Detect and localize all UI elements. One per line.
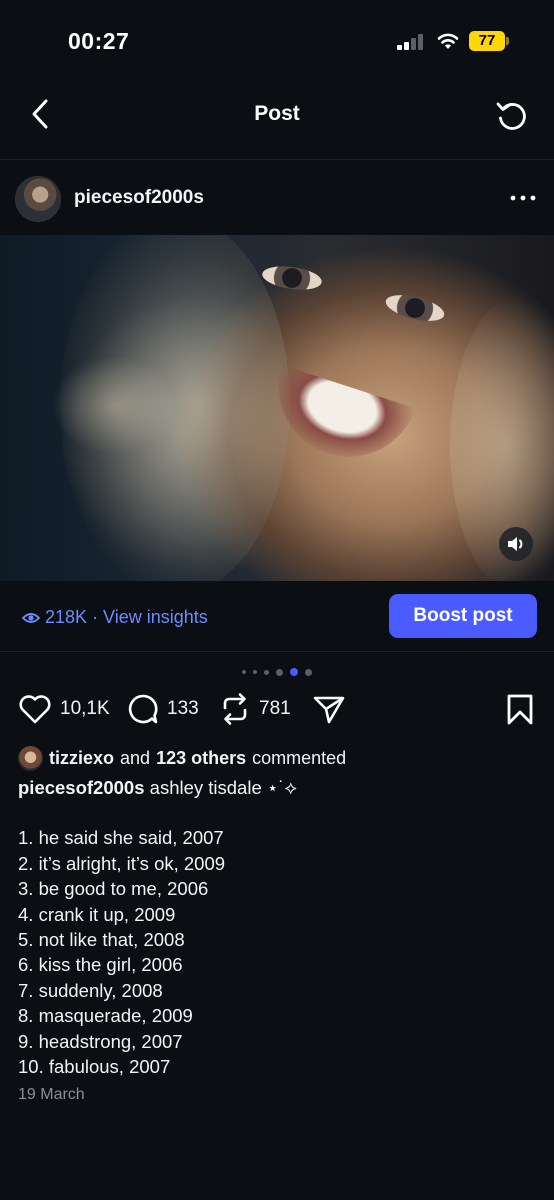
boost-post-button[interactable]: Boost post	[389, 594, 537, 638]
song-list-item: 7. suddenly, 2008	[18, 979, 163, 1001]
carousel-dot	[253, 670, 257, 674]
carousel-indicator	[0, 666, 554, 678]
song-list-item: 9. headstrong, 2007	[18, 1030, 183, 1052]
share-icon[interactable]	[312, 690, 346, 728]
top-bar: Post	[0, 80, 554, 160]
cellular-signal-icon	[397, 34, 425, 50]
post-date: 19 March	[18, 1086, 85, 1103]
post-media-video[interactable]	[0, 235, 554, 581]
views-count: 218K	[45, 607, 88, 627]
repost-icon	[223, 693, 247, 725]
repost-button[interactable]: 781	[219, 690, 291, 728]
song-list: 1. he said she said, 2007 2. it’s alright…	[18, 825, 538, 1079]
avatar	[18, 745, 43, 771]
comment-button[interactable]: 133	[127, 690, 199, 728]
like-button[interactable]: 10,1K	[18, 690, 110, 728]
heart-icon	[19, 695, 51, 724]
separator: ·	[92, 607, 99, 627]
caption-author[interactable]: piecesof2000s	[18, 777, 145, 798]
commenters-summary[interactable]: tizziexo and 123 others commented	[18, 744, 538, 772]
reposts-count: 781	[259, 698, 291, 719]
battery-icon: 77	[469, 31, 509, 51]
wifi-icon	[437, 33, 459, 49]
song-list-item: 1. he said she said, 2007	[18, 827, 224, 849]
song-list-item: 5. not like that, 2008	[18, 929, 185, 951]
status-bar: 00:27 77	[0, 0, 554, 80]
carousel-dot	[242, 670, 246, 674]
and-text: and	[120, 747, 151, 768]
likes-count: 10,1K	[60, 698, 110, 719]
commenter-username: tizziexo	[49, 747, 115, 768]
author-username[interactable]: piecesof2000s	[74, 187, 204, 209]
carousel-dot	[290, 668, 298, 676]
song-list-item: 8. masquerade, 2009	[18, 1005, 193, 1027]
view-insights-link[interactable]: 218K · View insights	[22, 607, 208, 628]
status-time: 00:27	[68, 28, 130, 54]
song-list-item: 4. crank it up, 2009	[18, 903, 176, 925]
speaker-icon[interactable]	[499, 527, 533, 561]
insights-row: 218K · View insights Boost post	[0, 592, 554, 642]
page-title: Post	[254, 102, 300, 125]
divider	[0, 651, 554, 652]
comments-count: 133	[167, 698, 199, 719]
song-list-item: 2. it’s alright, it’s ok, 2009	[18, 852, 226, 874]
caption-text: ashley tisdale ⋆˙⟡	[149, 777, 297, 798]
media-eye-right	[383, 290, 447, 326]
battery-level: 77	[469, 31, 505, 51]
post-actions: 10,1K 133 781	[0, 690, 554, 730]
song-list-item: 3. be good to me, 2006	[18, 878, 209, 900]
song-list-item: 10. fabulous, 2007	[18, 1056, 171, 1078]
others-count: 123 others	[156, 747, 247, 768]
view-insights-label: View insights	[103, 607, 208, 627]
commented-text: commented	[252, 747, 347, 768]
carousel-dot	[264, 669, 269, 675]
song-list-item: 6. kiss the girl, 2006	[18, 954, 183, 976]
carousel-dot	[276, 668, 283, 676]
post-caption: piecesof2000s ashley tisdale ⋆˙⟡ 1. he s…	[18, 775, 538, 1079]
ellipsis-icon[interactable]	[508, 188, 538, 208]
media-hair-left	[60, 235, 290, 581]
avatar[interactable]	[15, 176, 61, 222]
comment-icon	[128, 694, 158, 724]
post-author-row: piecesof2000s	[0, 170, 554, 230]
media-eye-left	[260, 262, 324, 294]
bookmark-icon[interactable]	[505, 690, 535, 728]
carousel-dot	[305, 668, 312, 676]
refresh-icon[interactable]	[494, 98, 530, 134]
eye-icon	[22, 612, 40, 623]
